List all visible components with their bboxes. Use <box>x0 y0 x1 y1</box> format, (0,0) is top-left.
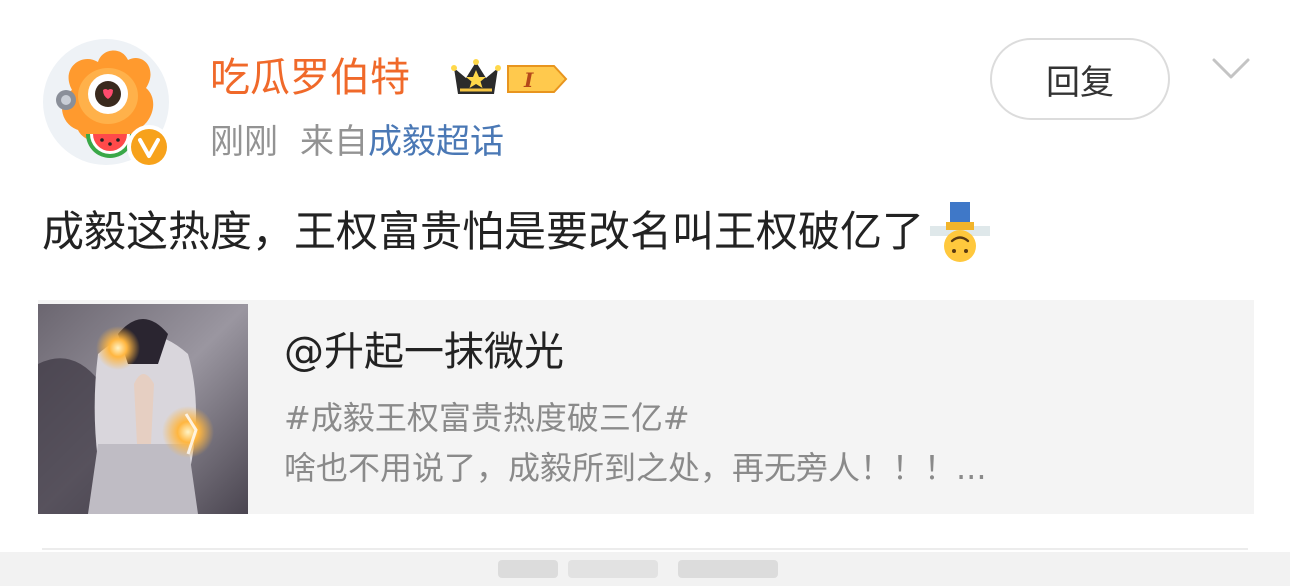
badge-level: I <box>523 68 534 92</box>
quoted-post-thumbnail[interactable] <box>38 304 248 514</box>
chevron-down-icon[interactable] <box>1210 50 1252 86</box>
crown-badge-icon[interactable]: I <box>450 56 570 102</box>
post-meta: 刚刚 来自成毅超话 <box>210 118 504 166</box>
quoted-post-user[interactable]: @升起一抹微光 <box>284 324 564 380</box>
post-text: 成毅这热度，王权富贵怕是要改名叫王权破亿了 <box>42 200 992 264</box>
divider <box>42 548 1248 550</box>
post-time: 刚刚 <box>210 122 278 162</box>
verified-icon <box>127 125 171 169</box>
source-prefix: 来自 <box>300 122 368 162</box>
quoted-post-card[interactable]: @升起一抹微光 #成毅王权富贵热度破三亿# 啥也不用说了，成毅所到之处，再无旁人… <box>38 300 1254 514</box>
bottom-bar <box>0 552 1290 586</box>
username[interactable]: 吃瓜罗伯特 <box>210 50 410 106</box>
quoted-post-hashtag[interactable]: #成毅王权富贵热度破三亿# <box>284 396 690 440</box>
obscured-bottom-content <box>498 560 778 578</box>
source-topic-link[interactable]: 成毅超话 <box>368 122 504 162</box>
reply-button[interactable]: 回复 <box>990 38 1170 120</box>
quoted-post-body: 啥也不用说了，成毅所到之处，再无旁人！！！... <box>284 449 987 487</box>
upside-down-face-emoji <box>930 202 991 262</box>
post-text-content: 成毅这热度，王权富贵怕是要改名叫王权破亿了 <box>42 207 925 256</box>
